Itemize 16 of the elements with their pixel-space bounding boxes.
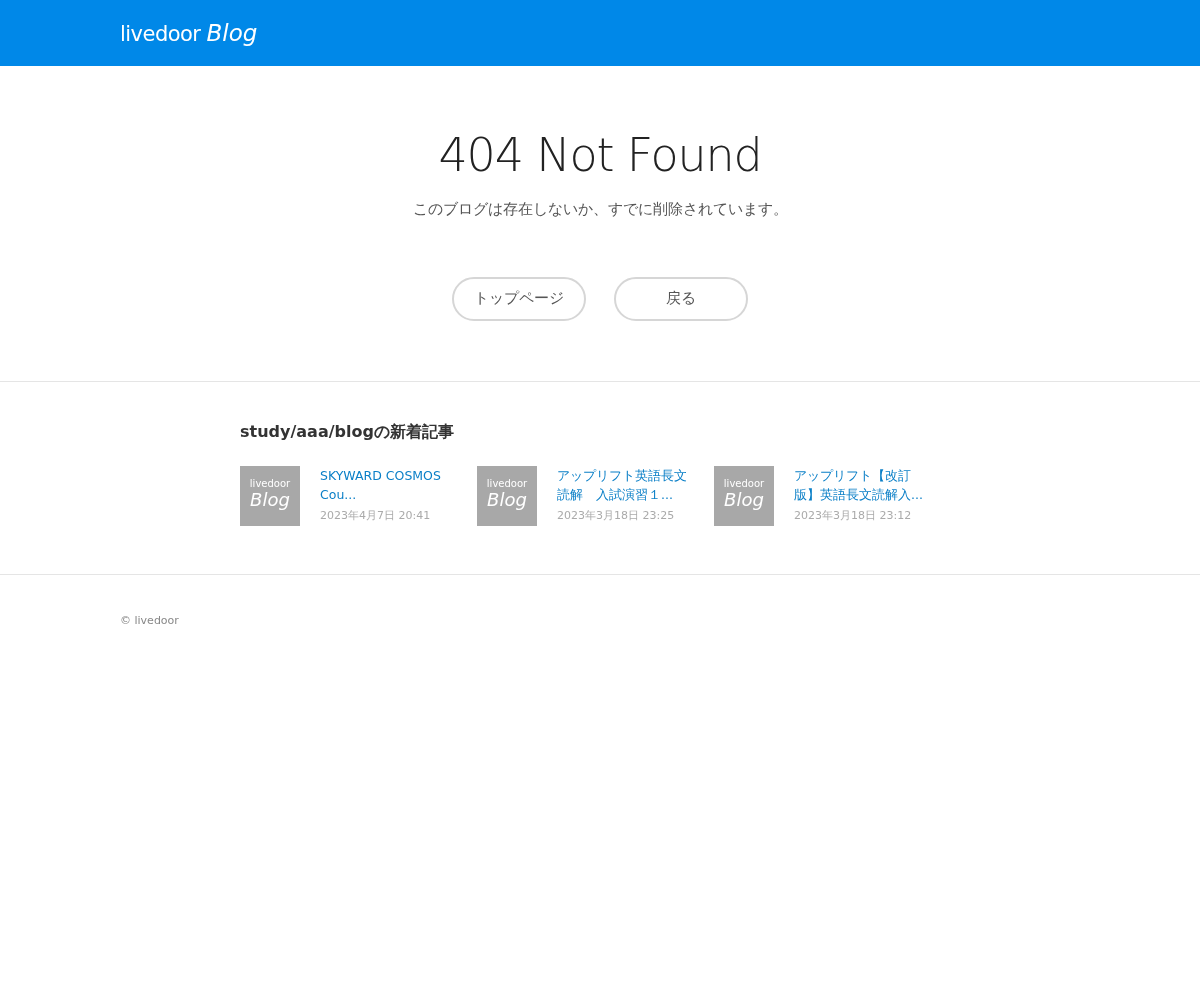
article-date: 2023年3月18日 23:25 (557, 507, 676, 524)
blog-thumbnail[interactable]: livedoor Blog (714, 465, 774, 526)
blog-thumbnail[interactable]: livedoor Blog (477, 465, 537, 526)
error-title: 404 Not Found (438, 132, 762, 178)
article-link[interactable]: SKYWARD COSMOS Cou... (320, 465, 455, 504)
article-link[interactable]: アップリフト英語長文読解 入試演習１... (557, 465, 692, 504)
article-date: 2023年4月7日 20:41 (320, 507, 432, 524)
nav-button[interactable]: 戻る (614, 276, 748, 321)
livedoor-blog-logo[interactable]: livedoor Blog (120, 15, 258, 51)
blog-thumbnail[interactable]: livedoor Blog (240, 465, 300, 526)
article-date: 2023年3月18日 23:12 (794, 507, 913, 524)
section-heading: study/aaa/blogの新着記事 (240, 420, 455, 443)
error-message: このブログは存在しないか、すでに削除されています。 (412, 199, 788, 220)
copyright-text: © livedoor (120, 613, 179, 627)
nav-button[interactable]: トップページ (452, 276, 586, 321)
article-link[interactable]: アップリフト【改訂版】英語長文読解入... (794, 465, 929, 504)
